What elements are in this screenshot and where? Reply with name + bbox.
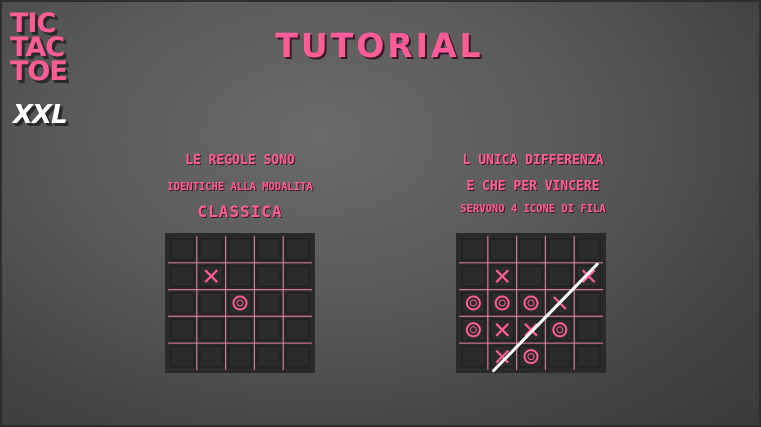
board-cell[interactable]: [256, 265, 281, 288]
board-cell[interactable]: [519, 265, 543, 288]
board-cell[interactable]: [576, 238, 601, 261]
board-cell[interactable]: [228, 345, 252, 368]
board-cell[interactable]: [547, 345, 572, 368]
rules-left-line-2: IDENTICHE ALLA MODALITA: [167, 181, 313, 193]
page-title-text: TUTORIAL: [275, 26, 484, 65]
board-cell[interactable]: [285, 292, 310, 314]
rules-left-line-3: CLASSICA: [197, 202, 283, 221]
board-cell[interactable]: [285, 345, 310, 368]
board-cell[interactable]: [199, 345, 224, 368]
rules-right-line-1: L UNICA DIFFERENZA: [462, 153, 604, 168]
board-cell[interactable]: [576, 292, 601, 314]
board-cell[interactable]: [461, 265, 486, 288]
rules-panel-right: L UNICA DIFFERENZA E CHE PER VINCERE SER…: [418, 152, 648, 224]
example-board-xxl-win: [456, 233, 606, 373]
board-cell[interactable]: [170, 292, 195, 314]
board-cell[interactable]: [170, 318, 195, 341]
board-cell[interactable]: [170, 345, 195, 368]
board-cell[interactable]: [519, 238, 543, 261]
board-cell[interactable]: [576, 318, 601, 341]
board-cell[interactable]: [170, 238, 195, 261]
example-board-classic-grid: [165, 233, 315, 373]
board-cell[interactable]: [490, 238, 515, 261]
board-cell[interactable]: [285, 238, 310, 261]
rules-right-line-2: E CHE PER VINCERE: [466, 179, 600, 194]
board-cell[interactable]: [256, 238, 281, 261]
page-title: TUTORIAL: [0, 26, 761, 65]
rules-right-line-3: SERVONO 4 ICONE DI FILA: [460, 203, 606, 215]
example-board-classic: [165, 233, 315, 373]
board-cell[interactable]: [547, 265, 572, 288]
board-cell[interactable]: [285, 265, 310, 288]
board-cell[interactable]: [199, 318, 224, 341]
board-cell[interactable]: [576, 345, 601, 368]
logo-badge-xxl: XXL: [13, 100, 68, 130]
board-cell[interactable]: [461, 345, 486, 368]
board-cell[interactable]: [256, 345, 281, 368]
board-cell[interactable]: [199, 292, 224, 314]
board-cell[interactable]: [228, 238, 252, 261]
board-cell[interactable]: [228, 318, 252, 341]
rules-left-line-1: LE REGOLE SONO: [185, 153, 295, 168]
board-cell[interactable]: [170, 265, 195, 288]
board-cell[interactable]: [285, 318, 310, 341]
example-board-xxl-grid: [456, 233, 606, 373]
rules-panel-left: LE REGOLE SONO IDENTICHE ALLA MODALITA C…: [125, 152, 355, 222]
board-cell[interactable]: [461, 238, 486, 261]
board-cell[interactable]: [256, 292, 281, 314]
board-cell[interactable]: [256, 318, 281, 341]
board-cell[interactable]: [547, 238, 572, 261]
board-cell[interactable]: [199, 238, 224, 261]
board-cell[interactable]: [228, 265, 252, 288]
